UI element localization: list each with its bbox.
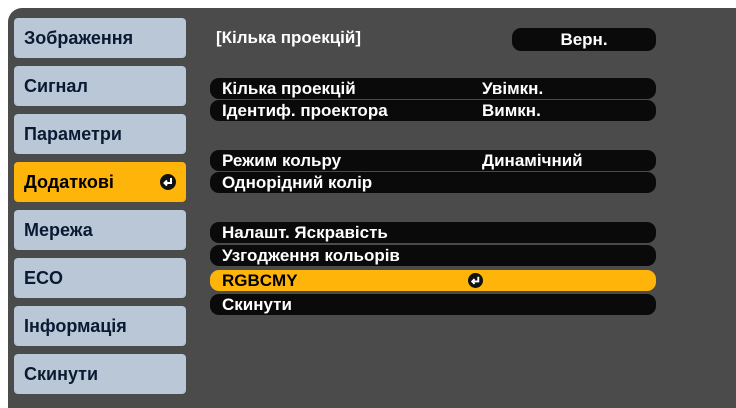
setting-row-rgbcmy[interactable]: RGBCMY [210, 270, 656, 291]
setting-row-color-mode[interactable]: Режим кольру Динамічний [210, 150, 656, 171]
menu-item-network[interactable]: Мережа [14, 210, 186, 250]
menu-item-label: Зображення [24, 27, 134, 48]
setting-row-color-matching[interactable]: Узгодження кольорів [210, 245, 656, 266]
submenu-title: [Кілька проекцій] [216, 28, 361, 47]
enter-icon [468, 273, 483, 288]
setting-label: Налашт. Яскравість [222, 223, 388, 242]
back-button[interactable]: Верн. [512, 28, 656, 51]
menu-item-label: Скинути [24, 363, 99, 384]
menu-item-signal[interactable]: Сигнал [14, 66, 186, 106]
menu-item-label: ECO [24, 267, 64, 288]
menu-item-label: Параметри [24, 123, 122, 144]
setting-label: Скинути [222, 295, 292, 314]
setting-label: Кілька проекцій [222, 79, 356, 98]
enter-icon [160, 174, 176, 190]
setting-row-brightness[interactable]: Налашт. Яскравість [210, 222, 656, 243]
setting-label: Режим кольру [222, 151, 342, 170]
setting-value: Увімкн. [482, 79, 544, 98]
menu-item-reset[interactable]: Скинути [14, 354, 186, 394]
menu-item-label: Інформація [24, 315, 127, 336]
setting-row-uniform-color[interactable]: Однорідний колір [210, 172, 656, 193]
setting-value: Вимкн. [482, 101, 541, 120]
setting-value: Динамічний [482, 151, 583, 170]
setting-row-projector-id[interactable]: Ідентиф. проектора Вимкн. [210, 100, 656, 121]
setting-label: Однорідний колір [222, 173, 373, 192]
menu-item-extended[interactable]: Додаткові [14, 162, 186, 202]
setting-row-multi-projection[interactable]: Кілька проекцій Увімкн. [210, 78, 656, 99]
menu-item-settings[interactable]: Параметри [14, 114, 186, 154]
submenu-panel: [Кілька проекцій] Верн. Кілька проекцій … [194, 8, 736, 408]
setting-label: RGBCMY [222, 271, 298, 290]
menu-item-label: Мережа [24, 219, 93, 240]
menu-item-label: Додаткові [24, 171, 114, 192]
setting-label: Узгодження кольорів [222, 246, 400, 265]
menu-item-eco[interactable]: ECO [14, 258, 186, 298]
menu-item-information[interactable]: Інформація [14, 306, 186, 346]
setting-label: Ідентиф. проектора [222, 101, 388, 120]
menu-item-label: Сигнал [24, 75, 88, 96]
setting-row-reset[interactable]: Скинути [210, 294, 656, 315]
menu-item-image[interactable]: Зображення [14, 18, 186, 58]
